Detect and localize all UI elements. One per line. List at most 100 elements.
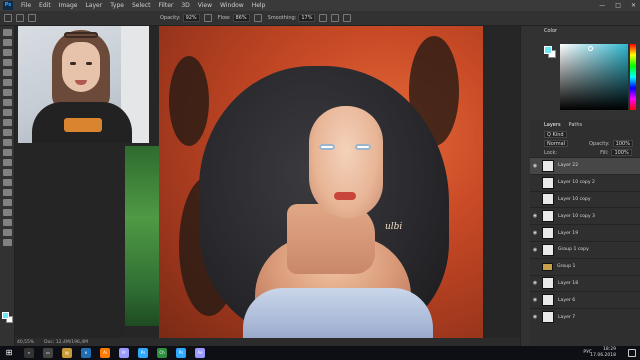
history-brush-tool-icon[interactable] — [3, 129, 12, 136]
brush-tool-icon[interactable] — [3, 109, 12, 116]
layer-row[interactable]: ◉ Layer 6 — [530, 291, 640, 308]
menu-edit[interactable]: Edit — [35, 2, 55, 9]
layer-row[interactable]: Layer 10 copy — [530, 190, 640, 208]
smoothing-options-icon[interactable] — [319, 14, 328, 22]
layer-opacity-field[interactable]: 100% — [612, 140, 633, 147]
menu-help[interactable]: Help — [248, 2, 270, 9]
layer-name: Layer 10 copy 3 — [558, 213, 595, 219]
painting-face — [309, 106, 383, 218]
taskbar-app-icon[interactable]: Ch — [157, 348, 167, 358]
color-picker-cursor[interactable] — [588, 46, 593, 51]
color-panel-tab[interactable]: Color — [544, 28, 557, 34]
layer-kind-filter[interactable]: Q Kind — [544, 131, 567, 138]
clock[interactable]: 18:29 17.06.2018 — [590, 347, 616, 359]
painting-lips — [334, 192, 356, 200]
notification-icon[interactable] — [628, 349, 636, 357]
layer-row[interactable]: ◉ Layer 22 — [530, 157, 640, 174]
layer-row[interactable]: ◉ Layer 10 copy 3 — [530, 207, 640, 224]
layer-row[interactable]: ◉ Layer 18 — [530, 274, 640, 292]
layer-row[interactable]: ◉ Group 1 copy — [530, 240, 640, 258]
windows-start-icon[interactable]: ⊞ — [3, 348, 15, 358]
taskbar: ⊞ ⌕ ▭ ▤ e Ai Pr Ps Ch Ps Ae РУС 18:29 17.06.20… — [0, 346, 640, 360]
symmetry-icon[interactable] — [343, 14, 352, 22]
dodge-tool-icon[interactable] — [3, 169, 12, 176]
menu-file[interactable]: File — [17, 2, 35, 9]
layer-row[interactable]: ◉ Layer 7 — [530, 308, 640, 325]
menu-view[interactable]: View — [194, 2, 216, 9]
flow-field[interactable]: 86% — [232, 14, 250, 22]
menu-image[interactable]: Image — [55, 2, 82, 9]
taskbar-app-icon[interactable]: e — [81, 348, 91, 358]
airbrush-icon[interactable] — [253, 14, 262, 22]
hand-tool-icon[interactable] — [3, 219, 12, 226]
canvas-area[interactable]: ulbi — [15, 26, 520, 346]
blend-mode-select[interactable]: Normal — [544, 140, 569, 147]
status-bar: 40,55% Doc: 12,4M/196,4M — [15, 338, 520, 346]
clone-stamp-tool-icon[interactable] — [3, 119, 12, 126]
eyedropper-tool-icon[interactable] — [3, 89, 12, 96]
minimize-button[interactable]: — — [599, 0, 605, 11]
menu-type[interactable]: Type — [106, 2, 128, 9]
fill-field[interactable]: 100% — [611, 149, 632, 156]
mode-icon[interactable] — [28, 14, 36, 22]
opacity-field[interactable]: 92% — [182, 14, 200, 22]
task-view-icon[interactable]: ▭ — [43, 348, 53, 358]
menu-3d[interactable]: 3D — [177, 2, 193, 9]
pen-tool-icon[interactable] — [3, 179, 12, 186]
menu-filter[interactable]: Filter — [155, 2, 178, 9]
taskbar-apps: e Ai Pr Ps Ch Ps Ae — [72, 348, 205, 358]
visibility-eye-icon[interactable]: ◉ — [530, 314, 540, 320]
hue-slider[interactable] — [630, 44, 636, 110]
foreground-color-swatch[interactable] — [2, 312, 9, 319]
layer-thumbnail — [542, 294, 554, 307]
path-select-tool-icon[interactable] — [3, 199, 12, 206]
painting-canvas[interactable]: ulbi — [159, 26, 483, 338]
visibility-eye-icon[interactable]: ◉ — [530, 247, 540, 253]
tab-paths[interactable]: Paths — [569, 122, 583, 128]
eraser-tool-icon[interactable] — [3, 139, 12, 146]
taskbar-app-icon[interactable]: Pr — [119, 348, 129, 358]
taskbar-app-icon[interactable]: Ai — [100, 348, 110, 358]
webcam-shirt-print — [64, 118, 102, 132]
close-button[interactable]: ✕ — [631, 0, 636, 11]
brush-settings-icon[interactable] — [16, 14, 24, 22]
layer-row[interactable]: Layer 10 copy 2 — [530, 173, 640, 191]
menu-select[interactable]: Select — [128, 2, 155, 9]
taskbar-app-icon[interactable]: Ps — [138, 348, 148, 358]
move-tool-icon[interactable] — [3, 29, 12, 36]
visibility-eye-icon[interactable]: ◉ — [530, 280, 540, 286]
layer-thumbnail — [542, 227, 554, 240]
gradient-tool-icon[interactable] — [3, 149, 12, 156]
layer-row[interactable]: Group 1 — [530, 257, 640, 275]
layer-row[interactable]: ◉ Layer 19 — [530, 224, 640, 241]
search-icon[interactable]: ⌕ — [24, 348, 34, 358]
smoothing-field[interactable]: 17% — [298, 14, 316, 22]
healing-tool-icon[interactable] — [3, 99, 12, 106]
taskbar-app-icon[interactable]: Ae — [195, 348, 205, 358]
menu-layer[interactable]: Layer — [81, 2, 106, 9]
zoom-tool-icon[interactable] — [3, 229, 12, 236]
taskbar-app-icon[interactable]: Ps — [176, 348, 186, 358]
file-explorer-icon[interactable]: ▤ — [62, 348, 72, 358]
quick-select-tool-icon[interactable] — [3, 59, 12, 66]
type-tool-icon[interactable] — [3, 189, 12, 196]
pressure-opacity-icon[interactable] — [203, 14, 212, 22]
tab-layers[interactable]: Layers — [544, 122, 561, 128]
marquee-tool-icon[interactable] — [3, 39, 12, 46]
visibility-eye-icon[interactable]: ◉ — [530, 163, 540, 169]
crop-tool-icon[interactable] — [3, 69, 12, 76]
frame-tool-icon[interactable] — [3, 79, 12, 86]
visibility-eye-icon[interactable]: ◉ — [530, 297, 540, 303]
color-picker-field[interactable] — [560, 44, 628, 110]
pressure-size-icon[interactable] — [331, 14, 340, 22]
maximize-button[interactable]: □ — [615, 0, 621, 11]
blur-tool-icon[interactable] — [3, 159, 12, 166]
visibility-eye-icon[interactable]: ◉ — [530, 230, 540, 236]
menu-window[interactable]: Window — [216, 2, 248, 9]
brush-preset-icon[interactable] — [4, 14, 12, 22]
lasso-tool-icon[interactable] — [3, 49, 12, 56]
visibility-eye-icon[interactable]: ◉ — [530, 213, 540, 219]
more-tools-icon[interactable] — [3, 239, 12, 246]
shape-tool-icon[interactable] — [3, 209, 12, 216]
color-foreground-swatch[interactable] — [544, 46, 552, 54]
